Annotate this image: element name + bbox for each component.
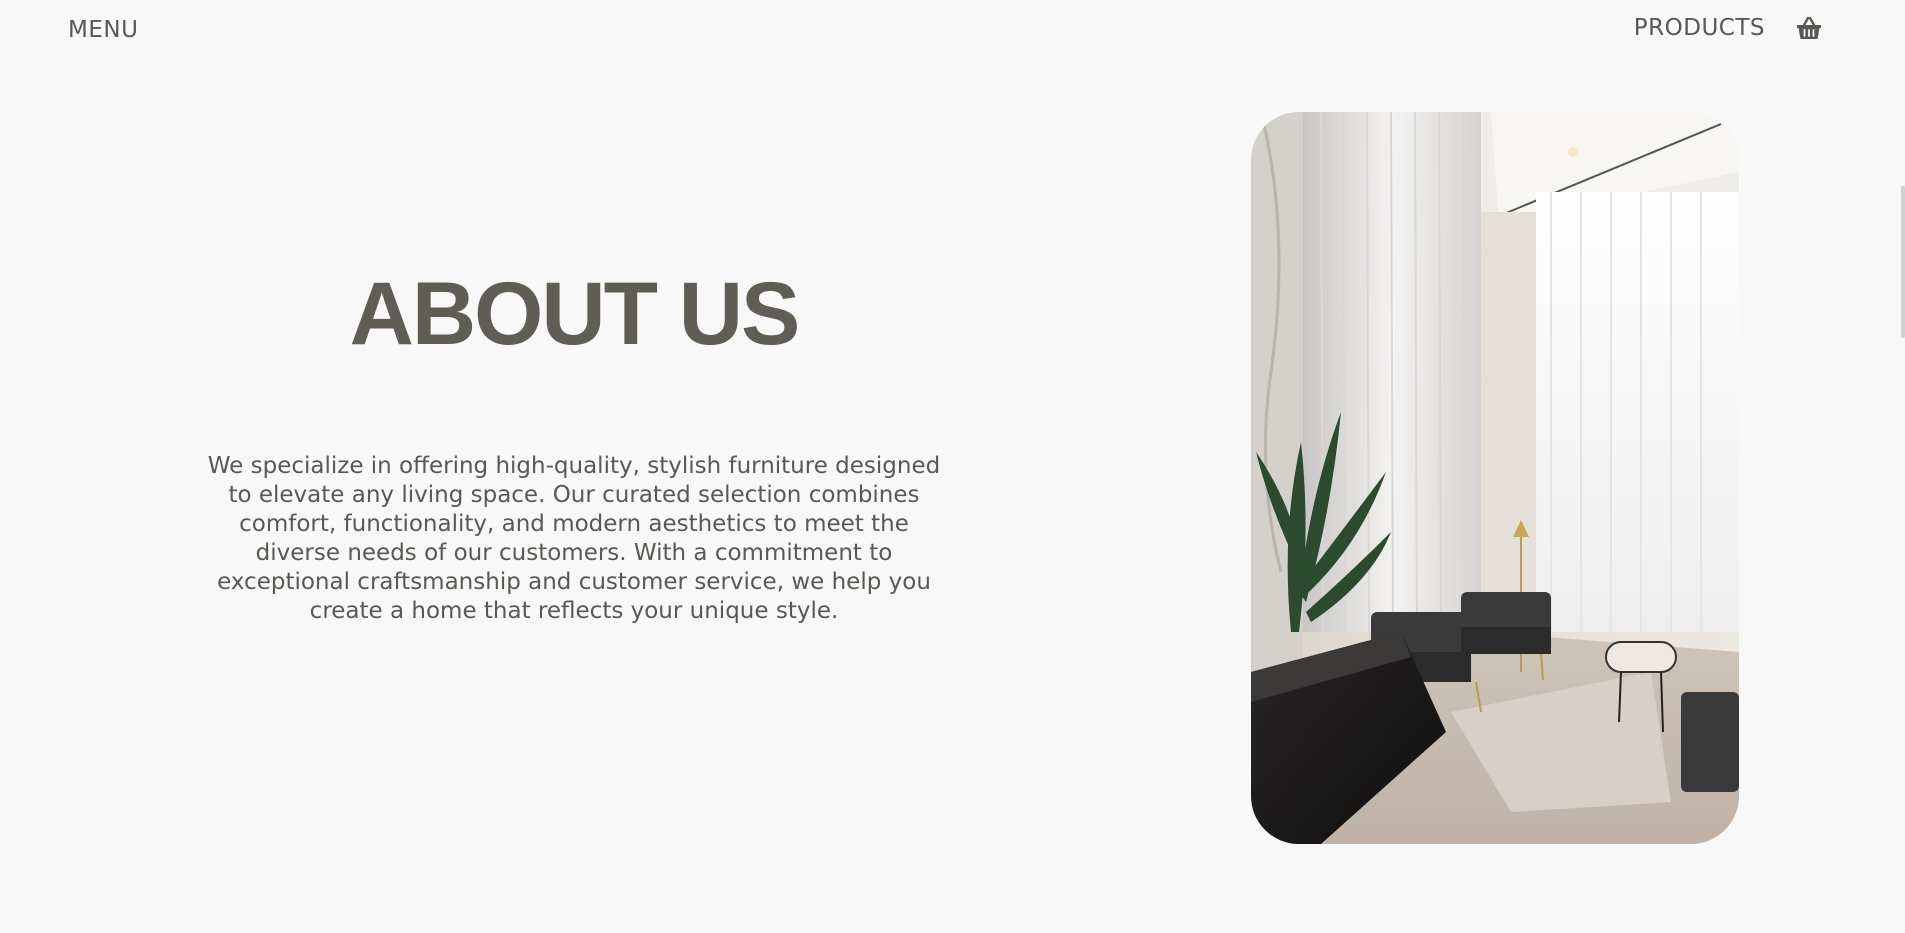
interior-illustration [1251, 112, 1739, 844]
living-room-photo [1251, 112, 1739, 844]
page-title: ABOUT US [349, 263, 801, 363]
about-page: MENU PRODUCTS ABOUT US We specialize in … [0, 0, 1905, 933]
menu-link[interactable]: MENU [68, 17, 138, 43]
about-description: We specialize in offering high-quality, … [207, 453, 941, 624]
header-right-nav: PRODUCTS [1634, 14, 1823, 42]
basket-icon[interactable] [1795, 14, 1823, 42]
scrollbar-thumb[interactable] [1901, 186, 1905, 338]
products-link[interactable]: PRODUCTS [1634, 15, 1765, 41]
